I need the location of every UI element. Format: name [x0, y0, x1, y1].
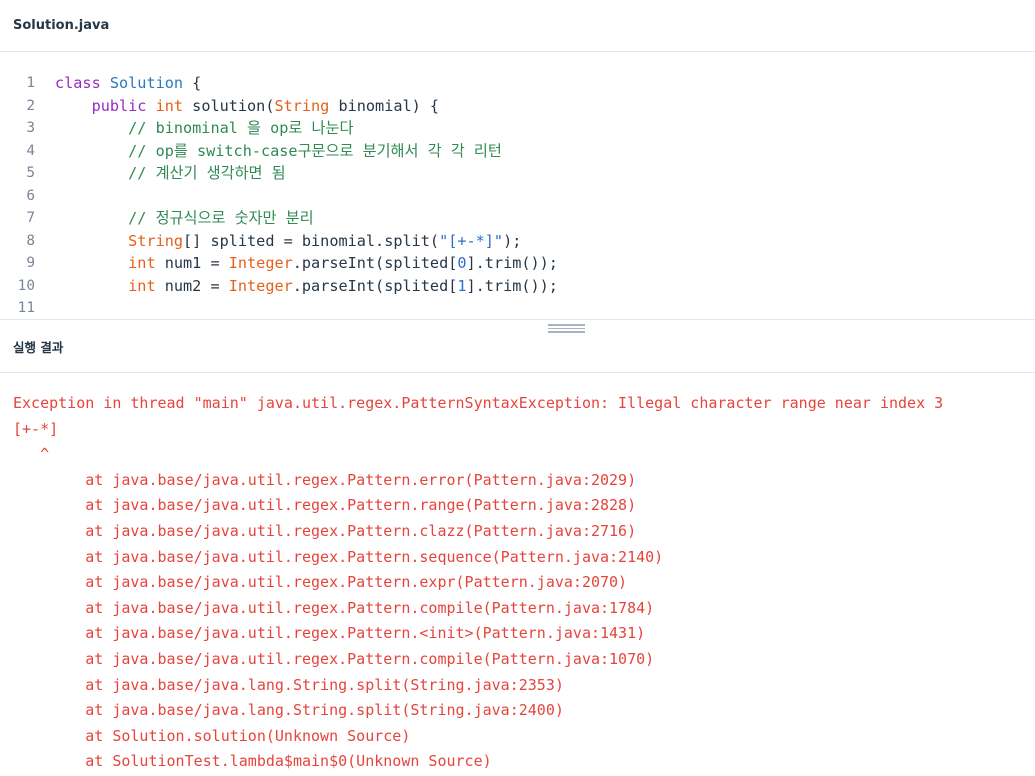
output-line: at java.base/java.util.regex.Pattern.<in…: [13, 624, 646, 643]
code-token: // op를 switch-case구문으로 분기해서 각 각 리턴: [55, 141, 502, 160]
line-code: String[] splited = binomial.split("[+-*]…: [35, 230, 521, 253]
output-line: at Solution.solution(Unknown Source): [13, 726, 411, 745]
code-line[interactable]: 6: [0, 185, 1035, 208]
code-token: num2 =: [155, 276, 229, 295]
code-token: "[+-*]": [439, 231, 504, 250]
line-number: 2: [26, 97, 35, 114]
output-line: at java.base/java.lang.String.split(Stri…: [13, 675, 564, 694]
editor-tab-bar: Solution.java: [0, 0, 1035, 52]
code-token: String: [274, 96, 330, 115]
code-token: Integer: [228, 254, 293, 272]
code-token: [] splited = binomial.split(: [183, 231, 440, 250]
result-panel-title: 실행 결과: [13, 340, 64, 355]
code-token: String: [128, 231, 184, 250]
line-number: 11: [17, 300, 35, 316]
line-number: 5: [26, 165, 35, 181]
result-panel-header: 실행 결과: [0, 319, 1035, 373]
code-token: class: [55, 74, 110, 92]
code-line[interactable]: 11: [0, 297, 1035, 319]
code-token: );: [503, 231, 522, 250]
code-token: 1: [457, 276, 467, 295]
code-line[interactable]: 7 // 정규식으로 숫자만 분리: [0, 207, 1035, 230]
output-line: at java.base/java.util.regex.Pattern.exp…: [13, 573, 628, 592]
code-token: // 정규식으로 숫자만 분리: [55, 209, 314, 227]
line-code: // binominal 을 op로 나눈다: [35, 117, 353, 140]
code-token: solution(: [192, 96, 275, 115]
code-token: num1 =: [155, 254, 229, 272]
code-token: int: [128, 254, 156, 272]
code-editor[interactable]: 1 class Solution {2 public int solution(S…: [0, 52, 1035, 319]
output-line: at java.base/java.util.regex.Pattern.com…: [13, 649, 655, 668]
output-line: ^: [13, 445, 50, 464]
code-token: {: [183, 74, 202, 92]
code-token: 0: [457, 254, 467, 272]
line-number: 3: [26, 120, 35, 136]
output-line: at java.base/java.util.regex.Pattern.err…: [13, 470, 637, 489]
output-line: at SolutionTest.lambda$main$0(Unknown So…: [13, 752, 492, 771]
code-line[interactable]: 4 // op를 switch-case구문으로 분기해서 각 각 리턴: [0, 140, 1035, 163]
code-token: Solution: [109, 74, 184, 92]
code-line[interactable]: 10 int num2 = Integer.parseInt(splited[1…: [0, 275, 1035, 298]
code-token: // binominal 을 op로 나눈다: [55, 119, 354, 137]
file-name-tab[interactable]: Solution.java: [13, 18, 109, 33]
code-line[interactable]: 9 int num1 = Integer.parseInt(splited[0]…: [0, 252, 1035, 275]
line-number: 7: [26, 210, 35, 226]
line-code: int num2 = Integer.parseInt(splited[1].t…: [35, 275, 558, 298]
code-lines[interactable]: 1 class Solution {2 public int solution(S…: [0, 72, 1035, 319]
output-line: [+-*]: [13, 419, 59, 438]
code-token: .parseInt(splited[: [292, 276, 458, 295]
line-code: class Solution {: [35, 72, 201, 95]
code-line[interactable]: 1 class Solution {: [0, 72, 1035, 95]
line-number: 8: [26, 232, 35, 249]
output-line: Exception in thread "main" java.util.reg…: [13, 394, 944, 412]
line-number: 1: [26, 75, 35, 91]
result-output: Exception in thread "main" java.util.reg…: [0, 373, 1035, 775]
code-token: int: [155, 96, 193, 115]
output-line: at java.base/java.util.regex.Pattern.seq…: [13, 547, 664, 566]
line-code: // 계산기 생각하면 됨: [35, 162, 286, 185]
code-token: ].trim());: [466, 254, 558, 272]
code-line[interactable]: 8 String[] splited = binomial.split("[+-…: [0, 230, 1035, 253]
code-token: int: [128, 276, 156, 295]
code-line[interactable]: 3 // binominal 을 op로 나눈다: [0, 117, 1035, 140]
line-number: 6: [26, 187, 35, 204]
line-number: 10: [17, 277, 35, 294]
code-token: .parseInt(splited[: [292, 254, 458, 272]
output-line: at java.base/java.util.regex.Pattern.cla…: [13, 521, 637, 540]
line-number: 4: [26, 142, 35, 159]
resize-handle-icon[interactable]: [548, 324, 585, 333]
code-line[interactable]: 2 public int solution(String binomial) {: [0, 95, 1035, 118]
code-token: public: [91, 96, 156, 115]
code-line[interactable]: 5 // 계산기 생각하면 됨: [0, 162, 1035, 185]
line-number: 9: [26, 255, 35, 271]
code-token: Integer: [228, 276, 293, 295]
line-code: public int solution(String binomial) {: [35, 95, 440, 118]
output-line: at java.base/java.lang.String.split(Stri…: [13, 701, 564, 720]
line-code: // op를 switch-case구문으로 분기해서 각 각 리턴: [35, 140, 502, 163]
output-line: at java.base/java.util.regex.Pattern.com…: [13, 598, 655, 617]
line-code: // 정규식으로 숫자만 분리: [35, 207, 314, 230]
code-token: binomial) {: [329, 96, 440, 115]
output-line: at java.base/java.util.regex.Pattern.ran…: [13, 496, 637, 515]
line-code: int num1 = Integer.parseInt(splited[0].t…: [35, 252, 558, 275]
code-token: // 계산기 생각하면 됨: [55, 164, 286, 182]
code-token: ].trim());: [466, 276, 558, 295]
